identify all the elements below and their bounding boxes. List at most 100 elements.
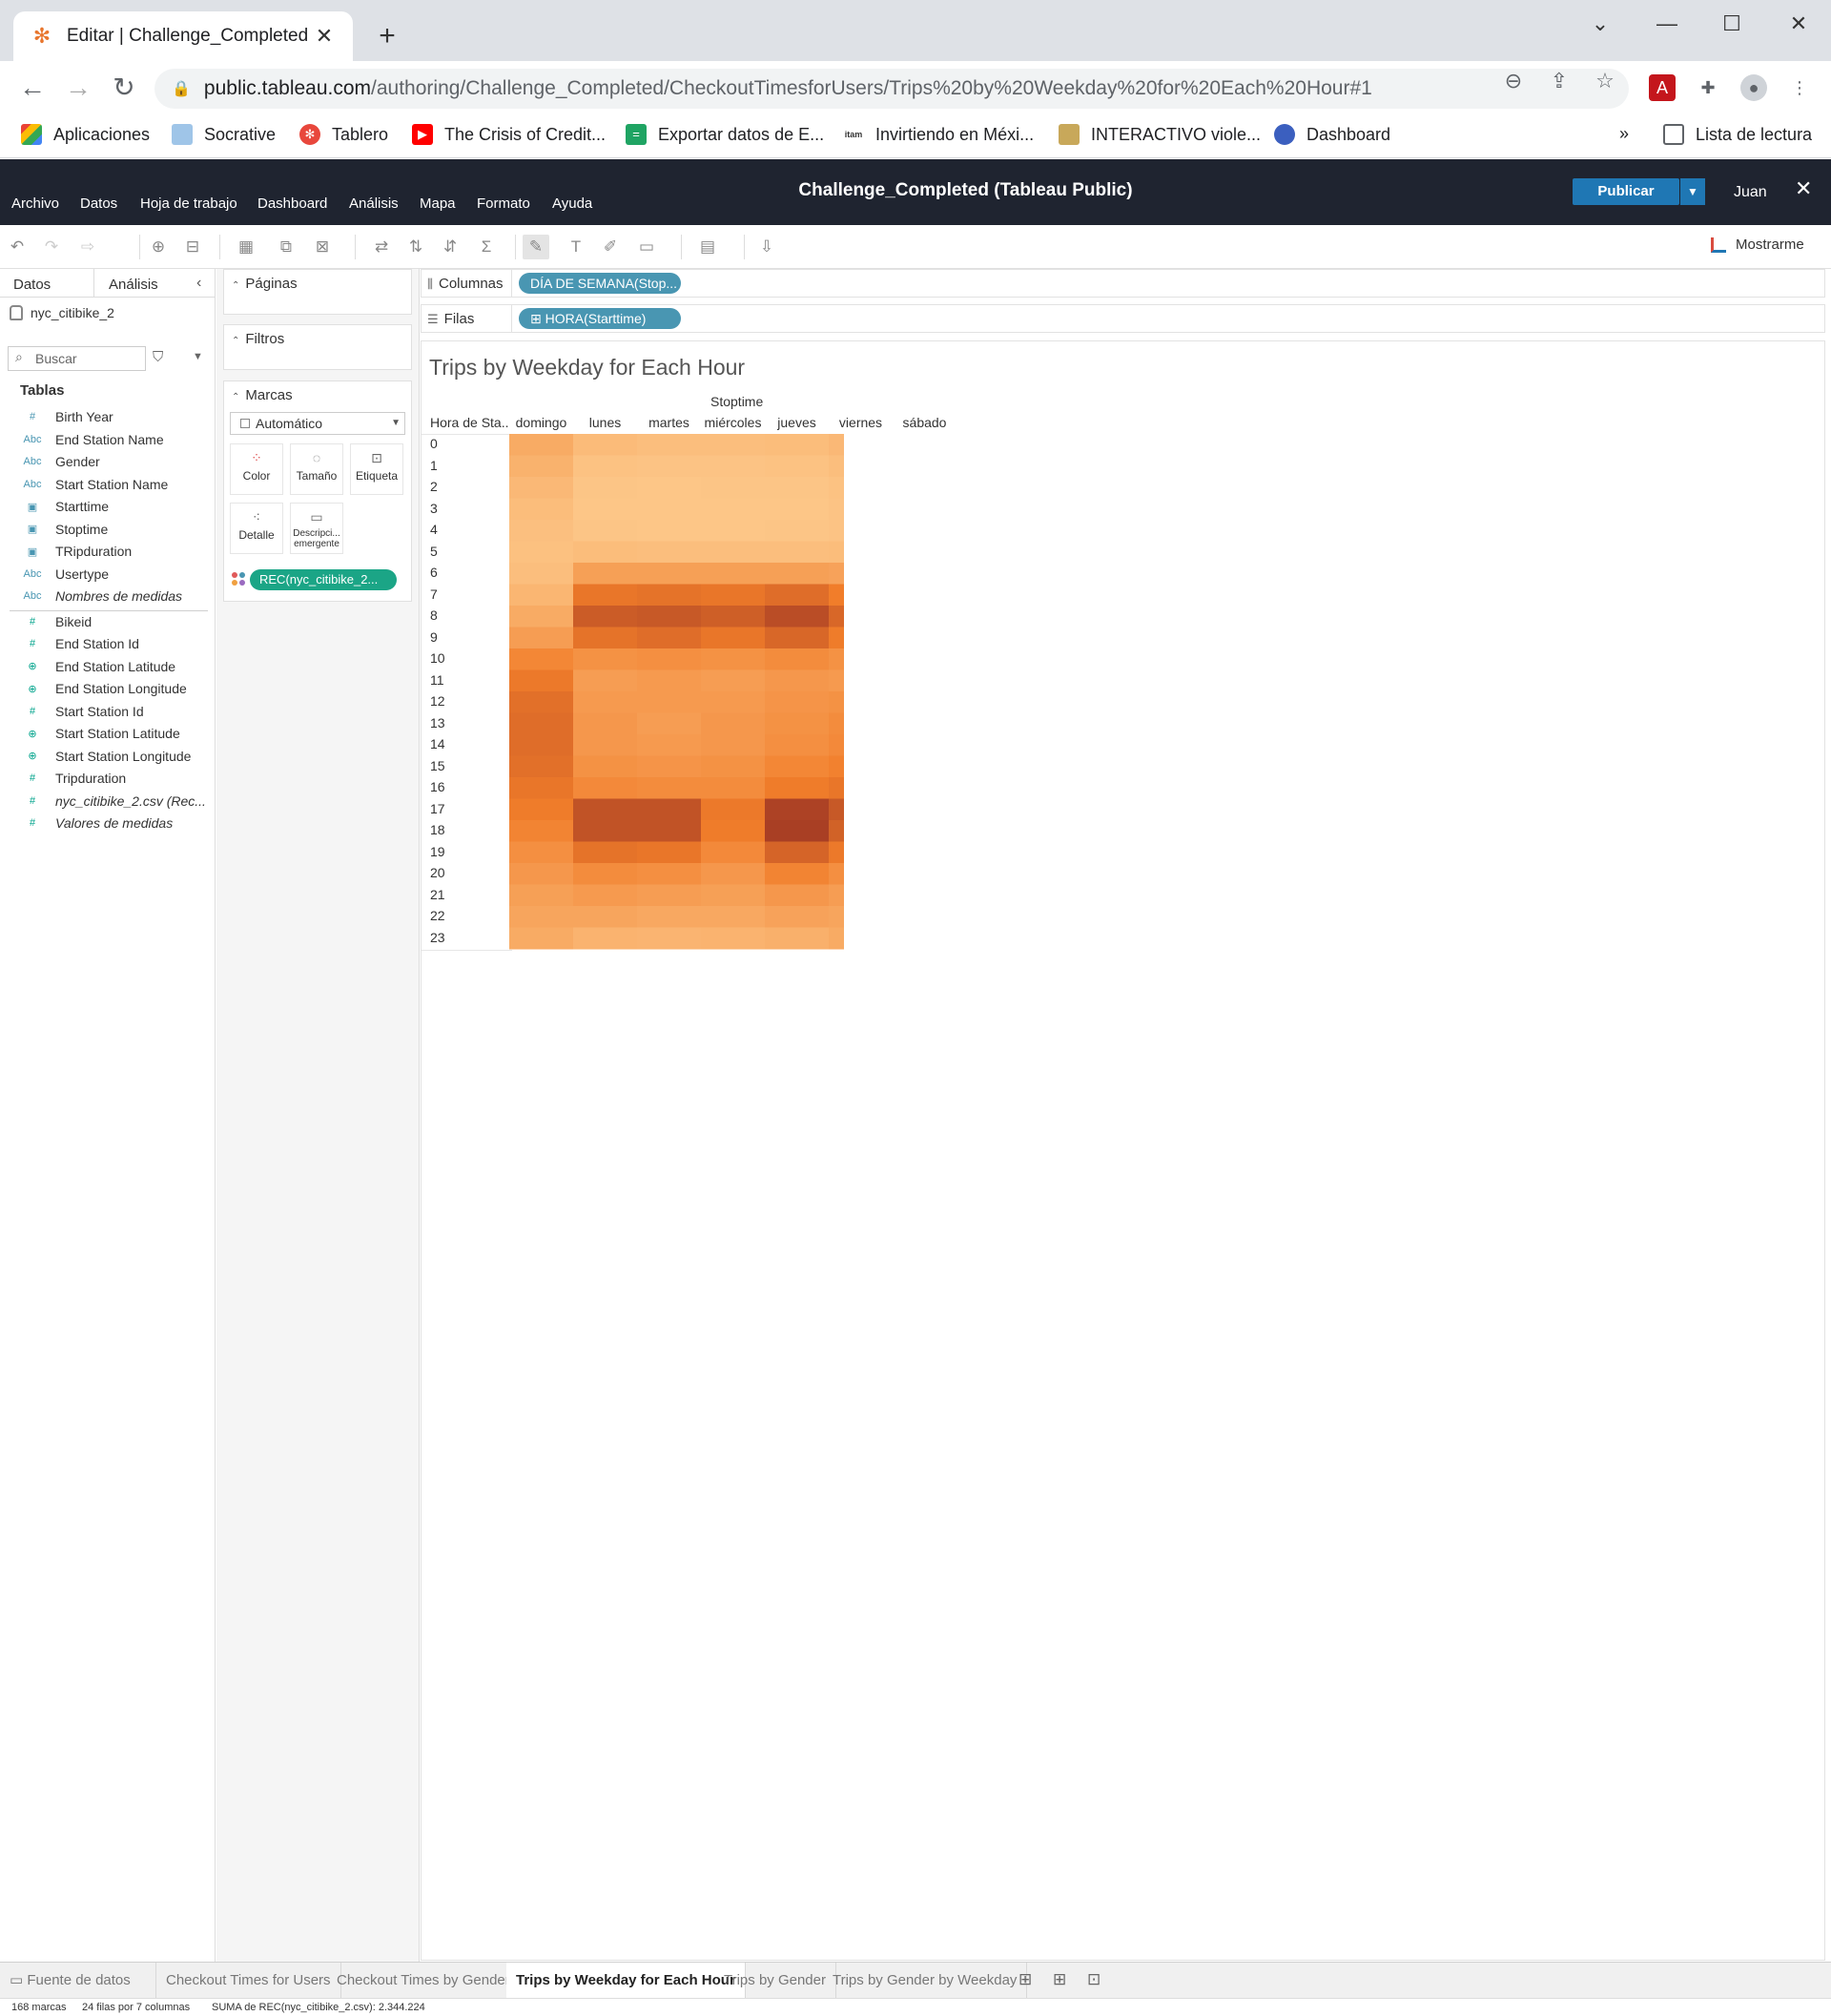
heatmap-cell[interactable] bbox=[701, 712, 765, 735]
new-dashboard-tab-icon[interactable]: ⊞ bbox=[1053, 1970, 1066, 1989]
row-label[interactable]: 14 bbox=[430, 736, 445, 751]
heatmap-cell[interactable] bbox=[765, 712, 829, 735]
row-label[interactable]: 19 bbox=[430, 844, 445, 859]
forward-button[interactable]: → bbox=[61, 72, 95, 103]
heatmap-cell[interactable] bbox=[829, 477, 844, 499]
heatmap-cell[interactable] bbox=[701, 820, 765, 842]
dimension-field[interactable]: Abc Start Station Name bbox=[0, 474, 210, 495]
heatmap-cell[interactable] bbox=[829, 520, 844, 542]
row-label[interactable]: 11 bbox=[430, 672, 444, 688]
heatmap-cell[interactable] bbox=[637, 820, 701, 842]
dimension-field[interactable]: Abc Nombres de medidas bbox=[0, 586, 210, 607]
heatmap-cell[interactable] bbox=[765, 927, 829, 950]
bookmark-invirtiendo[interactable]: itam Invirtiendo en Méxi... bbox=[843, 124, 1034, 145]
tab-analisis[interactable]: Análisis bbox=[109, 277, 158, 293]
row-label[interactable]: 1 bbox=[430, 458, 438, 473]
heatmap-cell[interactable] bbox=[509, 541, 573, 564]
close-window-button[interactable]: ✕ bbox=[1780, 11, 1818, 36]
pages-card[interactable]: ⌃ Páginas bbox=[223, 269, 412, 315]
replay-icon[interactable]: ⇨ bbox=[74, 235, 101, 259]
filters-card[interactable]: ⌃ Filtros bbox=[223, 324, 412, 370]
bookmark-aplicaciones[interactable]: Aplicaciones bbox=[21, 124, 150, 145]
bookmark-star-icon[interactable]: ☆ bbox=[1591, 69, 1619, 93]
row-label[interactable]: 22 bbox=[430, 908, 445, 923]
heatmap-cell[interactable] bbox=[637, 669, 701, 692]
heatmap-cell[interactable] bbox=[573, 884, 637, 907]
heatmap-cell[interactable] bbox=[509, 669, 573, 692]
publish-dropdown-icon[interactable]: ▼ bbox=[1680, 178, 1705, 205]
heatmap-cell[interactable] bbox=[637, 863, 701, 885]
heatmap-cell[interactable] bbox=[637, 712, 701, 735]
new-worksheet-tab-icon[interactable]: ⊞ bbox=[1018, 1970, 1032, 1989]
heatmap-cell[interactable] bbox=[573, 755, 637, 778]
heatmap-cell[interactable] bbox=[509, 734, 573, 756]
heatmap-cell[interactable] bbox=[829, 584, 844, 607]
heatmap-cell[interactable] bbox=[829, 455, 844, 478]
heatmap-cell[interactable] bbox=[637, 798, 701, 821]
size-button[interactable]: ◌ Tamaño bbox=[290, 443, 343, 495]
heatmap-cell[interactable] bbox=[765, 520, 829, 542]
heatmap-cell[interactable] bbox=[509, 755, 573, 778]
heatmap-cell[interactable] bbox=[765, 691, 829, 713]
heatmap-cell[interactable] bbox=[637, 563, 701, 585]
row-label[interactable]: 8 bbox=[430, 607, 438, 623]
heatmap-cell[interactable] bbox=[829, 820, 844, 842]
new-tab-button[interactable]: + bbox=[370, 19, 404, 53]
heatmap-cell[interactable] bbox=[637, 734, 701, 756]
browser-tab[interactable]: ✻ Editar | Challenge_Completed ✕ bbox=[13, 11, 353, 61]
heatmap-cell[interactable] bbox=[509, 927, 573, 950]
heatmap-cell[interactable] bbox=[573, 455, 637, 478]
sort-dropdown-icon[interactable]: ▼ bbox=[193, 351, 203, 362]
new-story-tab-icon[interactable]: ⊡ bbox=[1087, 1970, 1101, 1989]
dimension-field[interactable]: ▣ Stoptime bbox=[0, 519, 210, 540]
heatmap-cell[interactable] bbox=[637, 520, 701, 542]
heatmap-cell[interactable] bbox=[701, 777, 765, 799]
tab-trips-by-gender-by-weekday[interactable]: Trips by Gender by Weekday bbox=[823, 1963, 1028, 1999]
row-label[interactable]: 0 bbox=[430, 436, 438, 451]
heatmap-cell[interactable] bbox=[829, 927, 844, 950]
heatmap-cell[interactable] bbox=[637, 584, 701, 607]
dimension-field[interactable]: ▣ Starttime bbox=[0, 496, 210, 517]
measure-field[interactable]: # Valores de medidas bbox=[0, 813, 210, 833]
heatmap-cell[interactable] bbox=[829, 648, 844, 670]
heatmap-cell[interactable] bbox=[701, 906, 765, 928]
search-input[interactable]: Buscar bbox=[8, 346, 146, 371]
heatmap-cell[interactable] bbox=[509, 863, 573, 885]
undo-icon[interactable]: ↶ bbox=[4, 235, 31, 259]
labels-icon[interactable]: T bbox=[563, 235, 589, 259]
heatmap-cell[interactable] bbox=[509, 777, 573, 799]
tab-trips-by-weekday-each-hour[interactable]: Trips by Weekday for Each Hour bbox=[506, 1963, 746, 1999]
user-name[interactable]: Juan bbox=[1734, 184, 1767, 201]
heatmap-cell[interactable] bbox=[765, 434, 829, 456]
row-label[interactable]: 4 bbox=[430, 522, 438, 537]
heatmap-cell[interactable] bbox=[573, 627, 637, 649]
heatmap-cell[interactable] bbox=[829, 906, 844, 928]
heatmap-cell[interactable] bbox=[829, 755, 844, 778]
row-label[interactable]: 15 bbox=[430, 758, 445, 773]
heatmap-cell[interactable] bbox=[637, 777, 701, 799]
extensions-icon[interactable]: ✚ bbox=[1695, 74, 1721, 101]
sort-descending-icon[interactable]: ⇵ bbox=[437, 235, 463, 259]
column-pill-weekday[interactable]: DÍA DE SEMANA(Stop... bbox=[519, 273, 681, 294]
measure-field[interactable]: # Tripduration bbox=[0, 768, 210, 789]
more-menu-icon[interactable]: ⋮ bbox=[1786, 74, 1813, 101]
label-button[interactable]: ⊡ Etiqueta bbox=[350, 443, 403, 495]
heatmap-cell[interactable] bbox=[829, 863, 844, 885]
filter-icon[interactable]: ⛉ bbox=[153, 349, 163, 365]
heatmap-cell[interactable] bbox=[701, 863, 765, 885]
adobe-pdf-icon[interactable]: A bbox=[1649, 74, 1676, 101]
heatmap-cell[interactable] bbox=[509, 691, 573, 713]
reading-list[interactable]: Lista de lectura bbox=[1663, 124, 1812, 145]
heatmap-cell[interactable] bbox=[765, 627, 829, 649]
heatmap-cell[interactable] bbox=[765, 863, 829, 885]
heatmap-cell[interactable] bbox=[829, 669, 844, 692]
tab-trips-by-gender[interactable]: Trips by Gender bbox=[714, 1963, 836, 1999]
bookmarks-overflow[interactable]: » bbox=[1619, 124, 1629, 144]
heatmap-cell[interactable] bbox=[765, 477, 829, 499]
column-header[interactable]: lunes bbox=[573, 415, 637, 430]
heatmap-cell[interactable] bbox=[573, 498, 637, 521]
heatmap-cell[interactable] bbox=[829, 434, 844, 456]
heatmap-cell[interactable] bbox=[637, 841, 701, 864]
heatmap-cell[interactable] bbox=[829, 627, 844, 649]
heatmap-cell[interactable] bbox=[765, 841, 829, 864]
